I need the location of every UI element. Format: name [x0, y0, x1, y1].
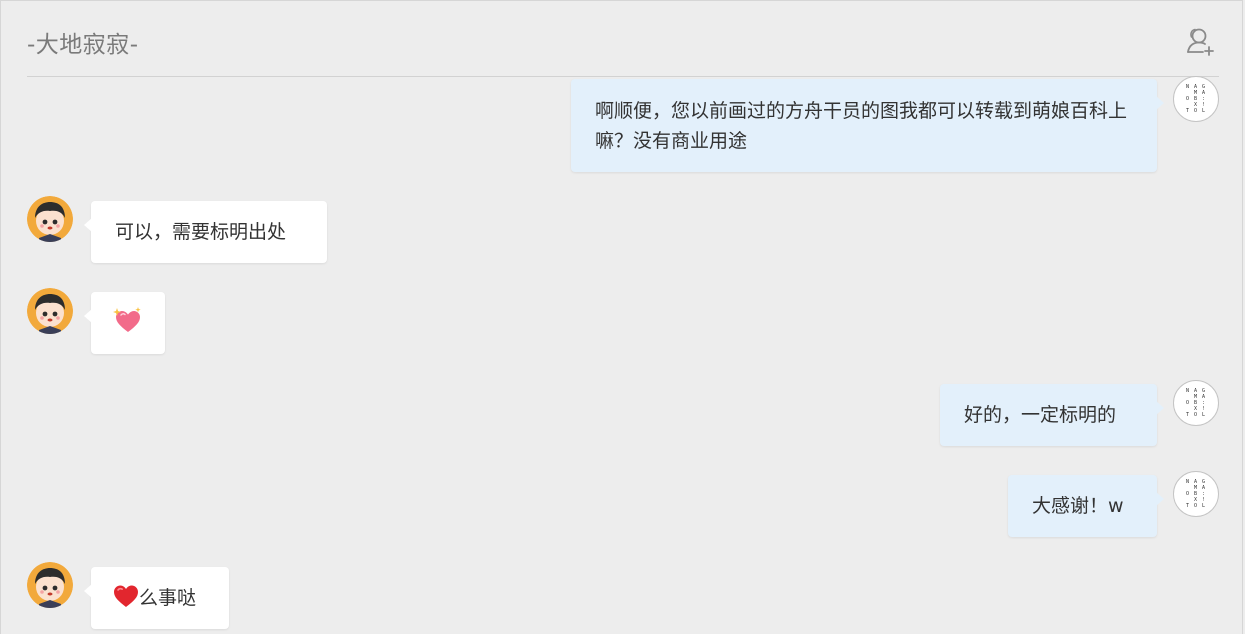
message-text: 可以，需要标明出处 [115, 221, 287, 243]
message-bubble-peer[interactable]: 可以，需要标明出处 [84, 201, 327, 263]
svg-text:T: T [1186, 108, 1189, 114]
message-bubble-self[interactable]: 大感谢！w [1008, 475, 1164, 537]
svg-text:L: L [1202, 412, 1205, 418]
message-text: 啊顺便，您以前画过的方舟干员的图我都可以转载到萌娘百科上嘛？没有商业用途 [595, 100, 1128, 152]
message-bubble-self[interactable]: 啊顺便，您以前画过的方舟干员的图我都可以转载到萌娘百科上嘛？没有商业用途 [571, 79, 1164, 172]
message-bubble-peer[interactable]: 么事哒 [84, 567, 229, 629]
message-bubble-peer[interactable] [84, 292, 165, 354]
chat-title: -大地寂寂- [27, 32, 139, 58]
peer-avatar[interactable] [27, 562, 73, 608]
svg-text:L: L [1202, 108, 1205, 114]
chat-header: -大地寂寂- [27, 1, 1219, 77]
sparkling-heart-icon [113, 307, 143, 341]
add-member-icon[interactable] [1183, 25, 1217, 59]
message-text: 好的，一定标明的 [964, 404, 1117, 426]
svg-text:L: L [1202, 503, 1205, 509]
self-avatar[interactable]: NAG MA OB: X! TOL [1173, 76, 1219, 122]
red-heart-icon [113, 584, 139, 617]
self-avatar[interactable]: NAG MA OB: X! TOL [1173, 471, 1219, 517]
svg-text:T: T [1186, 503, 1189, 509]
message-text: 么事哒 [139, 587, 197, 609]
svg-text:O: O [1194, 108, 1197, 114]
message-bubble-self[interactable]: 好的，一定标明的 [940, 384, 1164, 446]
svg-text:N: N [1186, 388, 1189, 394]
svg-text:N: N [1186, 84, 1189, 90]
svg-text:O: O [1186, 491, 1189, 497]
svg-text:O: O [1186, 96, 1189, 102]
svg-text:O: O [1194, 412, 1197, 418]
peer-avatar[interactable] [27, 288, 73, 334]
chat-window: -大地寂寂- 啊顺便，您以前画过的方舟干员的图我都可以转载到萌娘百科上嘛？没有商… [0, 0, 1243, 634]
svg-text:N: N [1186, 479, 1189, 485]
svg-text:O: O [1186, 400, 1189, 406]
svg-text:O: O [1194, 503, 1197, 509]
peer-avatar[interactable] [27, 196, 73, 242]
self-avatar[interactable]: NAG MA OB: X! TOL [1173, 380, 1219, 426]
svg-text:T: T [1186, 412, 1189, 418]
message-text: 大感谢！w [1032, 495, 1124, 517]
